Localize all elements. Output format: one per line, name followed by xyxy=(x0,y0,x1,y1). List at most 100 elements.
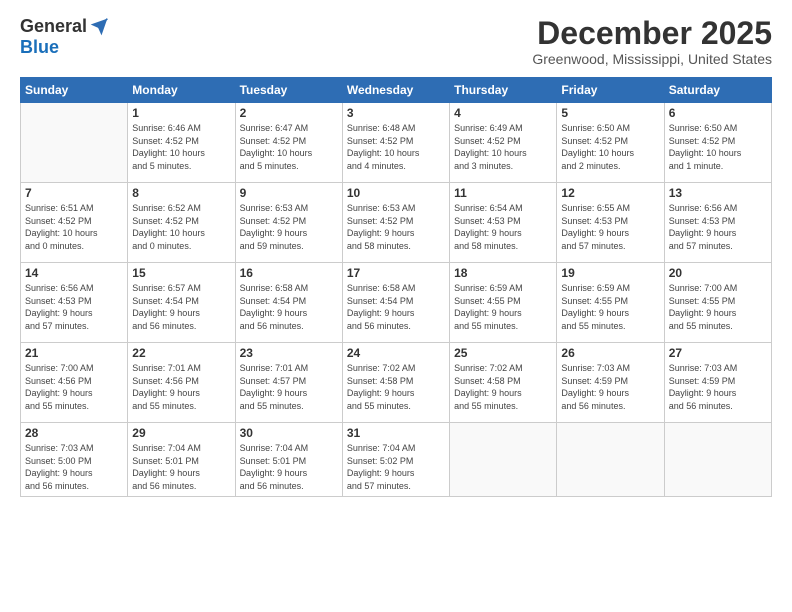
day-number: 13 xyxy=(669,186,767,200)
calendar-container: General Blue December 2025 Greenwood, Mi… xyxy=(0,0,792,612)
day-info: Sunrise: 6:54 AMSunset: 4:53 PMDaylight:… xyxy=(454,202,552,252)
day-info: Sunrise: 7:03 AMSunset: 5:00 PMDaylight:… xyxy=(25,442,123,492)
table-row: 31 Sunrise: 7:04 AMSunset: 5:02 PMDayligh… xyxy=(342,423,449,496)
day-info: Sunrise: 6:46 AMSunset: 4:52 PMDaylight:… xyxy=(132,122,230,172)
table-row: 12Sunrise: 6:55 AMSunset: 4:53 PMDayligh… xyxy=(557,183,664,263)
table-row: 5 Sunrise: 6:50 AMSunset: 4:52 PMDaylight… xyxy=(557,103,664,183)
day-info: Sunrise: 6:57 AMSunset: 4:54 PMDaylight:… xyxy=(132,282,230,332)
table-row: 2 Sunrise: 6:47 AMSunset: 4:52 PMDaylight… xyxy=(235,103,342,183)
day-info: Sunrise: 7:04 AMSunset: 5:01 PMDaylight:… xyxy=(240,442,338,492)
day-number: 25 xyxy=(454,346,552,360)
day-number: 24 xyxy=(347,346,445,360)
table-row: 11 Sunrise: 6:54 AMSunset: 4:53 PMDayligh… xyxy=(450,183,557,263)
day-number: 6 xyxy=(669,106,767,120)
day-number: 11 xyxy=(454,186,552,200)
day-info: Sunrise: 7:02 AMSunset: 4:58 PMDaylight:… xyxy=(347,362,445,412)
day-info: Sunrise: 6:58 AMSunset: 4:54 PMDaylight:… xyxy=(347,282,445,332)
day-info: Sunrise: 7:01 AMSunset: 4:56 PMDaylight:… xyxy=(132,362,230,412)
table-row: 24 Sunrise: 7:02 AMSunset: 4:58 PMDayligh… xyxy=(342,343,449,423)
day-info: Sunrise: 6:47 AMSunset: 4:52 PMDaylight:… xyxy=(240,122,338,172)
logo-bird-icon xyxy=(89,17,109,37)
header-row: Sunday Monday Tuesday Wednesday Thursday… xyxy=(21,78,772,103)
day-number: 31 xyxy=(347,426,445,440)
table-row: 26 Sunrise: 7:03 AMSunset: 4:59 PMDayligh… xyxy=(557,343,664,423)
location: Greenwood, Mississippi, United States xyxy=(532,51,772,67)
col-friday: Friday xyxy=(557,78,664,103)
day-info: Sunrise: 6:51 AMSunset: 4:52 PMDaylight:… xyxy=(25,202,123,252)
table-row: 27Sunrise: 7:03 AMSunset: 4:59 PMDayligh… xyxy=(664,343,771,423)
day-number: 8 xyxy=(132,186,230,200)
day-number: 21 xyxy=(25,346,123,360)
day-number: 17 xyxy=(347,266,445,280)
col-sunday: Sunday xyxy=(21,78,128,103)
table-row: 25 Sunrise: 7:02 AMSunset: 4:58 PMDayligh… xyxy=(450,343,557,423)
table-row: 3 Sunrise: 6:48 AMSunset: 4:52 PMDaylight… xyxy=(342,103,449,183)
table-row: 9 Sunrise: 6:53 AMSunset: 4:52 PMDaylight… xyxy=(235,183,342,263)
table-row: 30 Sunrise: 7:04 AMSunset: 5:01 PMDayligh… xyxy=(235,423,342,496)
table-row: 1 Sunrise: 6:46 AMSunset: 4:52 PMDaylight… xyxy=(128,103,235,183)
col-monday: Monday xyxy=(128,78,235,103)
day-info: Sunrise: 6:59 AMSunset: 4:55 PMDaylight:… xyxy=(561,282,659,332)
table-row: 14Sunrise: 6:56 AMSunset: 4:53 PMDayligh… xyxy=(21,263,128,343)
day-number: 28 xyxy=(25,426,123,440)
day-number: 12 xyxy=(561,186,659,200)
day-info: Sunrise: 7:00 AMSunset: 4:56 PMDaylight:… xyxy=(25,362,123,412)
table-row xyxy=(21,103,128,183)
day-number: 5 xyxy=(561,106,659,120)
day-number: 4 xyxy=(454,106,552,120)
table-row: 16Sunrise: 6:58 AMSunset: 4:54 PMDayligh… xyxy=(235,263,342,343)
day-info: Sunrise: 6:53 AMSunset: 4:52 PMDaylight:… xyxy=(240,202,338,252)
title-section: December 2025 Greenwood, Mississippi, Un… xyxy=(532,16,772,67)
table-row: 17 Sunrise: 6:58 AMSunset: 4:54 PMDayligh… xyxy=(342,263,449,343)
col-tuesday: Tuesday xyxy=(235,78,342,103)
day-info: Sunrise: 6:58 AMSunset: 4:54 PMDaylight:… xyxy=(240,282,338,332)
table-row: 15Sunrise: 6:57 AMSunset: 4:54 PMDayligh… xyxy=(128,263,235,343)
day-number: 18 xyxy=(454,266,552,280)
table-row: 13 Sunrise: 6:56 AMSunset: 4:53 PMDayligh… xyxy=(664,183,771,263)
day-info: Sunrise: 7:02 AMSunset: 4:58 PMDaylight:… xyxy=(454,362,552,412)
day-number: 30 xyxy=(240,426,338,440)
day-info: Sunrise: 7:04 AMSunset: 5:02 PMDaylight:… xyxy=(347,442,445,492)
table-row: 18 Sunrise: 6:59 AMSunset: 4:55 PMDayligh… xyxy=(450,263,557,343)
day-number: 29 xyxy=(132,426,230,440)
table-row: 19 Sunrise: 6:59 AMSunset: 4:55 PMDayligh… xyxy=(557,263,664,343)
month-title: December 2025 xyxy=(532,16,772,51)
logo-general-text: General xyxy=(20,16,87,37)
col-wednesday: Wednesday xyxy=(342,78,449,103)
day-number: 1 xyxy=(132,106,230,120)
day-number: 14 xyxy=(25,266,123,280)
day-info: Sunrise: 7:03 AMSunset: 4:59 PMDaylight:… xyxy=(561,362,659,412)
day-number: 19 xyxy=(561,266,659,280)
day-number: 23 xyxy=(240,346,338,360)
calendar-table: Sunday Monday Tuesday Wednesday Thursday… xyxy=(20,77,772,496)
table-row: 20 Sunrise: 7:00 AMSunset: 4:55 PMDayligh… xyxy=(664,263,771,343)
table-row xyxy=(557,423,664,496)
day-info: Sunrise: 6:48 AMSunset: 4:52 PMDaylight:… xyxy=(347,122,445,172)
day-info: Sunrise: 6:59 AMSunset: 4:55 PMDaylight:… xyxy=(454,282,552,332)
day-info: Sunrise: 6:50 AMSunset: 4:52 PMDaylight:… xyxy=(561,122,659,172)
day-info: Sunrise: 6:56 AMSunset: 4:53 PMDaylight:… xyxy=(669,202,767,252)
day-number: 2 xyxy=(240,106,338,120)
table-row: 28 Sunrise: 7:03 AMSunset: 5:00 PMDayligh… xyxy=(21,423,128,496)
table-row: 8 Sunrise: 6:52 AMSunset: 4:52 PMDaylight… xyxy=(128,183,235,263)
table-row xyxy=(450,423,557,496)
day-number: 26 xyxy=(561,346,659,360)
day-number: 27 xyxy=(669,346,767,360)
table-row: 29 Sunrise: 7:04 AMSunset: 5:01 PMDayligh… xyxy=(128,423,235,496)
day-number: 3 xyxy=(347,106,445,120)
day-number: 10 xyxy=(347,186,445,200)
table-row: 6Sunrise: 6:50 AMSunset: 4:52 PMDaylight… xyxy=(664,103,771,183)
day-number: 22 xyxy=(132,346,230,360)
day-info: Sunrise: 7:04 AMSunset: 5:01 PMDaylight:… xyxy=(132,442,230,492)
table-row: 21 Sunrise: 7:00 AMSunset: 4:56 PMDayligh… xyxy=(21,343,128,423)
day-info: Sunrise: 6:52 AMSunset: 4:52 PMDaylight:… xyxy=(132,202,230,252)
table-row: 10Sunrise: 6:53 AMSunset: 4:52 PMDayligh… xyxy=(342,183,449,263)
logo: General Blue xyxy=(20,16,109,58)
day-number: 20 xyxy=(669,266,767,280)
col-thursday: Thursday xyxy=(450,78,557,103)
day-info: Sunrise: 7:00 AMSunset: 4:55 PMDaylight:… xyxy=(669,282,767,332)
day-number: 7 xyxy=(25,186,123,200)
header: General Blue December 2025 Greenwood, Mi… xyxy=(20,16,772,67)
day-info: Sunrise: 7:01 AMSunset: 4:57 PMDaylight:… xyxy=(240,362,338,412)
day-number: 9 xyxy=(240,186,338,200)
